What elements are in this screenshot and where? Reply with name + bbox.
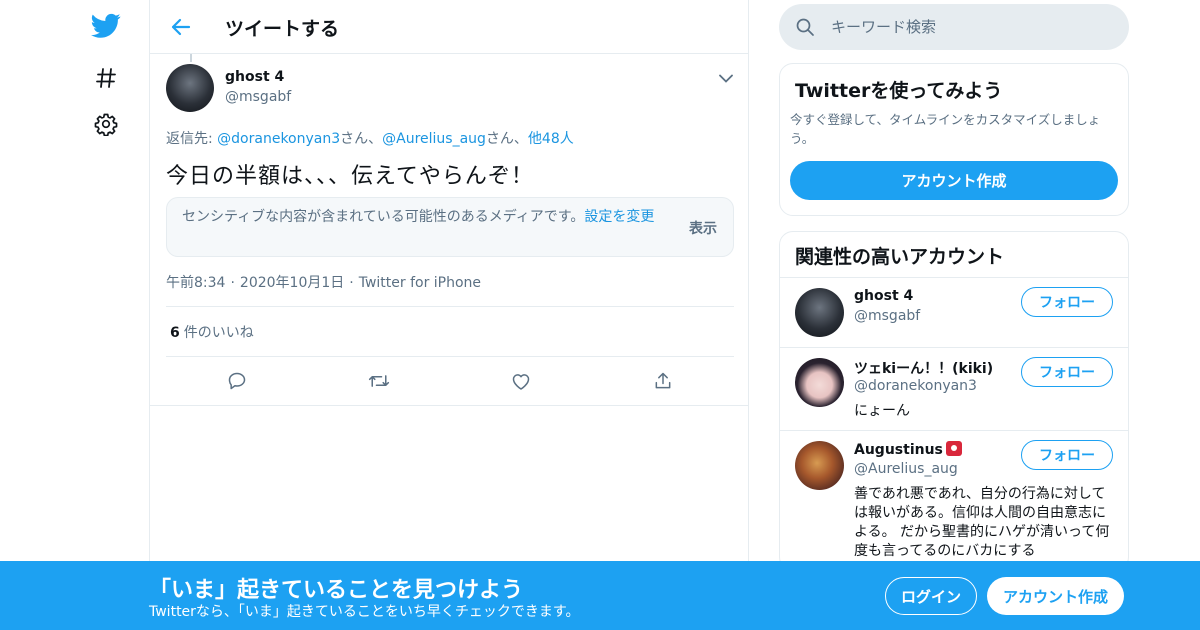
reply-user-link[interactable]: @doranekonyan3 — [217, 131, 340, 147]
search-input[interactable] — [829, 4, 1119, 50]
banner-signup-button[interactable]: アカウント作成 — [987, 577, 1124, 615]
search-icon — [796, 18, 814, 36]
hashtag-icon[interactable] — [84, 58, 128, 98]
divider — [780, 430, 1128, 431]
tweet-date[interactable]: 2020年10月1日 — [240, 275, 344, 291]
avatar[interactable] — [166, 64, 214, 112]
share-icon — [655, 372, 671, 389]
more-options-button[interactable] — [716, 68, 736, 88]
account-name[interactable]: ツェkiーん！！(kiki) — [854, 358, 993, 378]
reply-honorific: さん、 — [485, 131, 528, 147]
reply-user-link[interactable]: @Aurelius_aug — [382, 131, 486, 147]
reply-others-link[interactable]: 他48人 — [528, 131, 574, 147]
account-name-text: Augustinus — [854, 442, 943, 458]
signup-card-title: Twitterを使ってみよう — [795, 80, 1003, 102]
divider — [150, 405, 748, 406]
retweet-icon — [368, 375, 390, 387]
banner-title: 「いま」起きていることを見つけよう — [149, 578, 524, 603]
like-button[interactable] — [508, 368, 534, 394]
divider — [780, 347, 1128, 348]
reply-prefix: 返信先: — [166, 131, 218, 147]
avatar[interactable] — [795, 288, 844, 337]
account-handle[interactable]: @msgabf — [854, 308, 920, 324]
related-accounts-title: 関連性の高いアカウント — [795, 246, 1005, 268]
heart-icon — [512, 373, 530, 390]
flag-emoji-icon — [945, 441, 962, 456]
tweet-text: 今日の半額は、、、伝えてやらんぞ！ — [166, 164, 534, 189]
reply-honorific: さん、 — [340, 131, 383, 147]
likes-label: 件のいいね — [183, 325, 254, 341]
account-bio: にょーん — [854, 403, 910, 419]
signup-card: Twitterを使ってみよう 今すぐ登録して、タイムラインをカスタマイズしましょ… — [779, 63, 1129, 216]
divider — [780, 277, 1128, 278]
divider — [166, 306, 734, 307]
related-accounts-card: 関連性の高いアカウント ghost 4 @msgabf フォロー ツェkiーん！… — [779, 231, 1129, 571]
reply-to-line: 返信先: @doranekonyan3さん、@Aurelius_augさん、他4… — [166, 128, 574, 148]
signup-card-description: 今すぐ登録して、タイムラインをカスタマイズしましょう。 — [790, 112, 1101, 146]
page-title: ツイートする — [225, 18, 340, 40]
search-box[interactable] — [779, 4, 1129, 50]
account-name[interactable]: ghost 4 — [854, 288, 913, 304]
likes-count[interactable]: 6 件のいいね — [170, 322, 254, 342]
back-arrow-icon — [171, 18, 191, 36]
share-button[interactable] — [650, 368, 676, 394]
banner-subtitle: Twitterなら、「いま」起きていることをいち早くチェックできます。 — [149, 604, 580, 620]
tweet-meta: 午前8:34 · 2020年10月1日 · Twitter for iPhone — [166, 275, 482, 291]
author-handle[interactable]: @msgabf — [225, 89, 291, 105]
login-button[interactable]: ログイン — [885, 577, 977, 615]
likes-number: 6 — [170, 325, 180, 341]
account-bio: 善であれ悪であれ、自分の行為に対しては報いがある。信仰は人間の自由意志による。 … — [854, 486, 1110, 559]
follow-button[interactable]: フォロー — [1021, 440, 1113, 470]
account-name[interactable]: Augustinus — [854, 441, 962, 458]
sensitive-text: センシティブな内容が含まれている可能性のあるメディアです。 — [182, 209, 585, 225]
tweet-time[interactable]: 午前8:34 — [166, 275, 225, 291]
tweet-column: ツイートする ghost 4 @msgabf 返信先: @doranekonya… — [149, 0, 749, 630]
follow-button[interactable]: フォロー — [1021, 357, 1113, 387]
sensitive-message: センシティブな内容が含まれている可能性のあるメディアです。設定を変更 — [182, 208, 672, 227]
reply-button[interactable] — [224, 368, 250, 394]
create-account-button[interactable]: アカウント作成 — [790, 161, 1118, 200]
author-name[interactable]: ghost 4 — [225, 69, 284, 85]
chevron-down-icon — [719, 74, 733, 83]
thread-line — [190, 54, 192, 62]
twitter-logo-icon[interactable] — [84, 6, 128, 46]
tweet-actions — [150, 366, 748, 396]
back-button[interactable] — [166, 12, 196, 42]
avatar[interactable] — [795, 358, 844, 407]
retweet-button[interactable] — [366, 368, 392, 394]
divider — [166, 356, 734, 357]
follow-button[interactable]: フォロー — [1021, 287, 1113, 317]
tweet-client: Twitter for iPhone — [358, 275, 482, 291]
reply-icon — [228, 372, 246, 390]
signup-banner: 「いま」起きていることを見つけよう Twitterなら、「いま」起きていることを… — [0, 561, 1200, 630]
avatar[interactable] — [795, 441, 844, 490]
page-header: ツイートする — [150, 0, 748, 54]
account-handle[interactable]: @doranekonyan3 — [854, 378, 977, 394]
sensitive-media-notice: センシティブな内容が含まれている可能性のあるメディアです。設定を変更 表示 — [166, 197, 734, 257]
change-settings-link[interactable]: 設定を変更 — [584, 209, 654, 225]
account-handle[interactable]: @Aurelius_aug — [854, 461, 958, 477]
gear-icon[interactable] — [84, 104, 128, 144]
show-media-button[interactable]: 表示 — [689, 218, 717, 238]
